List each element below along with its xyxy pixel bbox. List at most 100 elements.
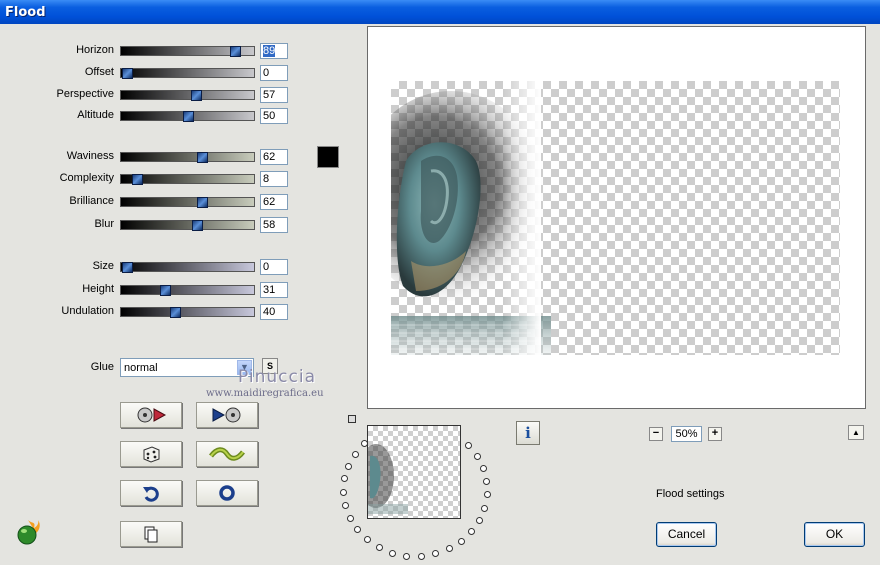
- flood-color-swatch[interactable]: [317, 146, 339, 168]
- navigator-dot[interactable]: [445, 545, 453, 553]
- app-logo-icon: [17, 520, 40, 545]
- navigator-dot[interactable]: [481, 504, 489, 512]
- complexity-input[interactable]: 8: [260, 171, 288, 187]
- altitude-slider-thumb[interactable]: [182, 111, 194, 122]
- play-reverse-button[interactable]: [120, 402, 182, 428]
- waviness-slider-thumb[interactable]: [197, 152, 209, 163]
- randomize-button[interactable]: [120, 441, 182, 467]
- collapse-button[interactable]: ▲: [848, 425, 864, 440]
- navigator-dot[interactable]: [457, 537, 465, 545]
- navigator-dot[interactable]: [363, 536, 371, 544]
- perspective-slider[interactable]: [120, 90, 255, 101]
- navigator-dot[interactable]: [464, 442, 472, 450]
- altitude-label: Altitude: [77, 109, 114, 121]
- perspective-value: 57: [263, 89, 276, 101]
- horizon-slider[interactable]: [120, 46, 255, 57]
- brilliance-slider[interactable]: [120, 197, 255, 208]
- play-forward-button[interactable]: [196, 402, 258, 428]
- glue-select[interactable]: normal ▼: [120, 358, 254, 377]
- blur-label: Blur: [94, 218, 114, 230]
- navigator-dot[interactable]: [354, 526, 362, 534]
- undulation-value: 40: [263, 306, 276, 318]
- brilliance-input[interactable]: 62: [260, 194, 288, 210]
- size-slider-thumb[interactable]: [122, 262, 133, 273]
- preview-canvas[interactable]: [391, 81, 840, 355]
- navigator-dot[interactable]: [473, 452, 481, 460]
- watermark-url: www.maidiregrafica.eu: [206, 388, 324, 399]
- height-slider-thumb[interactable]: [159, 285, 171, 296]
- thumbnail-image: [368, 444, 408, 514]
- altitude-value: 50: [263, 110, 276, 122]
- complexity-value: 8: [263, 173, 270, 185]
- height-input[interactable]: 31: [260, 282, 288, 298]
- perspective-input[interactable]: 57: [260, 87, 288, 103]
- reset-button[interactable]: [196, 480, 258, 506]
- info-button[interactable]: i: [516, 421, 540, 445]
- height-slider[interactable]: [120, 285, 255, 296]
- zoom-in-button[interactable]: +: [708, 427, 722, 441]
- cancel-button[interactable]: Cancel: [656, 522, 717, 547]
- horizon-input[interactable]: 89: [260, 43, 288, 59]
- offset-slider-thumb[interactable]: [122, 68, 133, 79]
- height-value: 31: [263, 284, 276, 296]
- size-input[interactable]: 0: [260, 259, 288, 275]
- navigator-dot[interactable]: [476, 517, 484, 525]
- navigator-handle[interactable]: [348, 415, 356, 423]
- navigator-dot[interactable]: [483, 478, 491, 486]
- navigator-thumbnail[interactable]: [367, 425, 461, 519]
- play-reverse-icon: [137, 407, 167, 423]
- param-row-size: Size: [0, 259, 114, 275]
- waviness-input[interactable]: 62: [260, 149, 288, 165]
- altitude-slider[interactable]: [120, 111, 255, 122]
- navigator-dot[interactable]: [403, 552, 411, 560]
- blur-slider[interactable]: [120, 220, 255, 231]
- offset-value: 0: [263, 67, 270, 79]
- param-row-perspective: Perspective: [0, 87, 114, 103]
- horizon-slider-thumb[interactable]: [229, 46, 241, 57]
- brilliance-label: Brilliance: [69, 195, 114, 207]
- play-forward-icon: [212, 407, 241, 423]
- navigator-dot[interactable]: [341, 475, 349, 483]
- navigator-dot[interactable]: [483, 491, 491, 499]
- complexity-slider[interactable]: [120, 174, 255, 185]
- navigator-dot[interactable]: [375, 544, 383, 552]
- perspective-label: Perspective: [56, 88, 114, 100]
- navigator-dot[interactable]: [417, 552, 425, 560]
- wave-button[interactable]: [196, 441, 258, 467]
- navigator-dot[interactable]: [340, 488, 348, 496]
- waviness-slider[interactable]: [120, 152, 255, 163]
- preview-panel[interactable]: [367, 26, 866, 409]
- undo-button[interactable]: [120, 480, 182, 506]
- ok-button[interactable]: OK: [804, 522, 865, 547]
- navigator-dot[interactable]: [389, 549, 397, 557]
- navigator-dot[interactable]: [341, 502, 349, 510]
- undulation-slider[interactable]: [120, 307, 255, 318]
- navigator-dot[interactable]: [346, 514, 354, 522]
- blur-input[interactable]: 58: [260, 217, 288, 233]
- height-label: Height: [82, 283, 114, 295]
- blur-slider-thumb[interactable]: [192, 220, 204, 231]
- navigator-dot[interactable]: [432, 550, 440, 558]
- perspective-slider-thumb[interactable]: [190, 90, 202, 101]
- title-bar[interactable]: Flood: [0, 0, 880, 24]
- complexity-slider-thumb[interactable]: [131, 174, 143, 185]
- navigator-dot[interactable]: [351, 450, 359, 458]
- brilliance-slider-thumb[interactable]: [197, 197, 209, 208]
- offset-input[interactable]: 0: [260, 65, 288, 81]
- dice-icon: [143, 446, 160, 463]
- glue-row: Glue: [0, 360, 114, 376]
- undulation-slider-thumb[interactable]: [170, 307, 182, 318]
- zoom-level: 50%: [671, 426, 702, 442]
- navigator-dot[interactable]: [479, 465, 487, 473]
- navigator-dot[interactable]: [345, 462, 353, 470]
- navigator-dot[interactable]: [468, 528, 476, 536]
- zoom-out-button[interactable]: −: [649, 427, 663, 441]
- copy-button[interactable]: [120, 521, 182, 547]
- size-slider[interactable]: [120, 262, 255, 273]
- altitude-input[interactable]: 50: [260, 108, 288, 124]
- blur-value: 58: [263, 219, 276, 231]
- undulation-input[interactable]: 40: [260, 304, 288, 320]
- param-row-horizon: Horizon: [0, 43, 114, 59]
- offset-slider[interactable]: [120, 68, 255, 79]
- size-label: Size: [92, 260, 114, 272]
